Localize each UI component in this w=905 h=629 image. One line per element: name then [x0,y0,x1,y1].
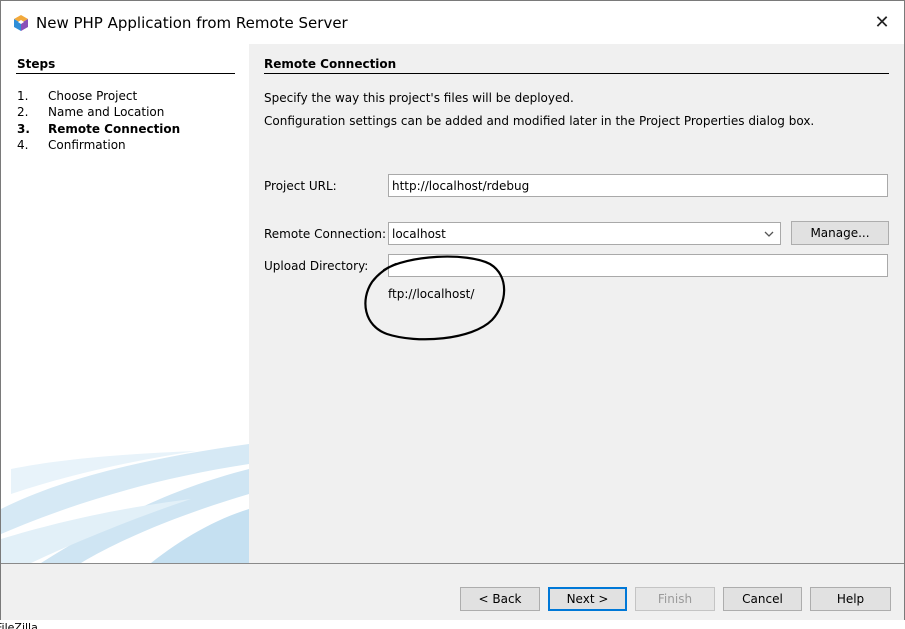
content-panel: Remote Connection Specify the way this p… [249,44,904,563]
decorative-swoosh-graphic [1,444,249,563]
project-url-label: Project URL: [264,179,337,193]
step-label: Choose Project [48,89,138,103]
step-label: Confirmation [48,137,126,152]
finish-button[interactable]: Finish [635,587,715,611]
cancel-button[interactable]: Cancel [723,587,802,611]
steps-heading: Steps [17,57,56,71]
step-label: Remote Connection [48,121,181,136]
description-line-1: Specify the way this project's files wil… [264,91,574,105]
remote-connection-value: localhost [392,227,446,241]
step-item: 1. Choose Project [17,88,180,104]
title-bar[interactable]: New PHP Application from Remote Server ✕ [1,1,904,44]
step-number: 2. [17,105,29,120]
manage-button[interactable]: Manage... [791,221,889,245]
step-number: 3. [17,121,30,136]
step-number: 1. [17,89,29,103]
steps-list: 1. Choose Project 2. Name and Location 3. R… [17,88,180,153]
steps-divider [16,73,235,74]
close-button[interactable]: ✕ [867,7,897,37]
background-window-strip: FileZilla [0,620,905,629]
button-bar: < Back Next > Finish Cancel Help [1,563,904,628]
remote-connection-label: Remote Connection: [264,227,387,241]
project-url-input[interactable] [388,174,888,197]
netbeans-cube-icon [14,15,28,31]
chevron-down-icon [764,231,774,237]
description-line-2: Configuration settings can be added and … [264,114,815,128]
remote-connection-select[interactable]: localhost [388,222,781,245]
section-heading: Remote Connection [264,57,397,71]
help-button[interactable]: Help [810,587,891,611]
step-item: 2. Name and Location [17,104,180,120]
section-divider [264,73,889,74]
upload-directory-label: Upload Directory: [264,259,369,273]
next-button[interactable]: Next > [548,587,627,611]
steps-panel: Steps 1. Choose Project 2. Name and Locati… [1,44,249,563]
step-label: Name and Location [48,105,165,120]
hand-drawn-annotation-circle [364,255,506,341]
close-icon: ✕ [874,11,890,33]
step-item: 4. Confirmation [17,137,180,153]
step-number: 4. [17,137,29,152]
step-item-current: 3. Remote Connection [17,121,180,137]
back-button[interactable]: < Back [460,587,540,611]
dialog-window: New PHP Application from Remote Server ✕… [0,0,905,629]
background-app-text: FileZilla [0,621,38,629]
window-title: New PHP Application from Remote Server [36,14,348,32]
